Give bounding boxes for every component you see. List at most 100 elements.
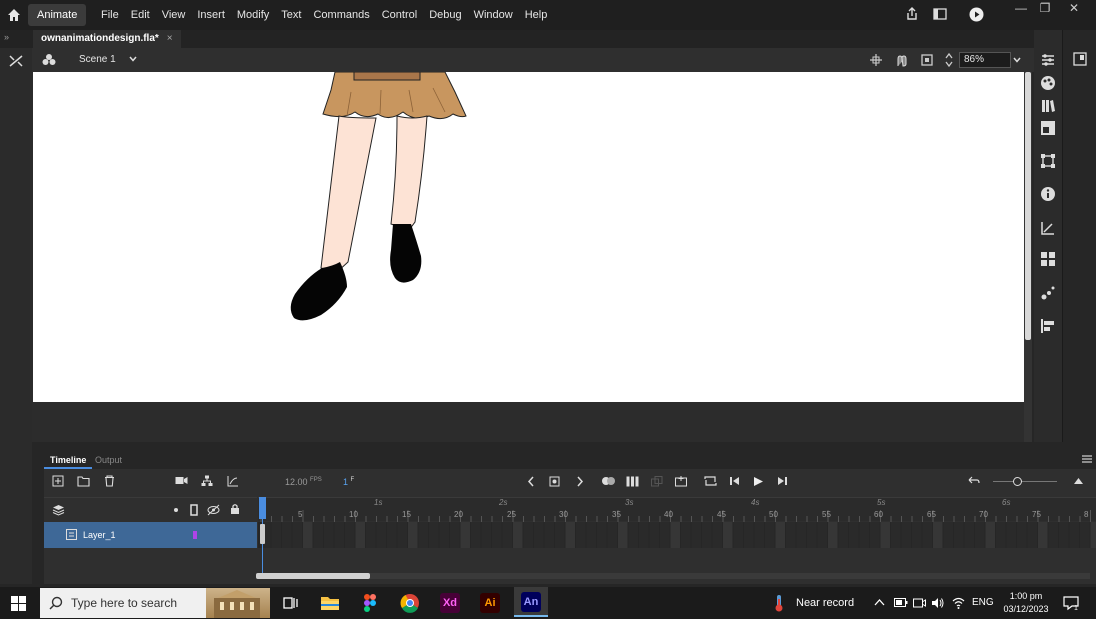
playhead-handle[interactable] xyxy=(259,497,266,519)
scene-dropdown-chevron-icon[interactable] xyxy=(128,54,138,64)
frame-cell[interactable] xyxy=(1038,522,1048,548)
frame-cell[interactable] xyxy=(282,522,292,548)
motion-editor-icon[interactable] xyxy=(1040,220,1056,236)
zoom-level-field[interactable]: 86% xyxy=(959,52,1011,68)
frame-cell[interactable] xyxy=(828,522,838,548)
tab-output[interactable]: Output xyxy=(89,451,128,469)
frame-cell[interactable] xyxy=(691,522,702,548)
menu-edit[interactable]: Edit xyxy=(125,0,156,30)
timeline-scroll-thumb[interactable] xyxy=(256,573,370,579)
frame-cell[interactable] xyxy=(429,522,439,548)
frame-cell[interactable] xyxy=(618,522,628,548)
frame-cell[interactable] xyxy=(912,522,922,548)
camera-icon[interactable] xyxy=(175,475,188,486)
language-indicator[interactable]: ENG xyxy=(972,587,994,619)
wifi-icon[interactable] xyxy=(952,597,965,609)
edit-scene-icon[interactable] xyxy=(42,53,56,67)
frame-cell[interactable] xyxy=(943,522,954,548)
frame-cell[interactable] xyxy=(754,522,765,548)
frame-scale-slider[interactable] xyxy=(993,477,1057,486)
frame-cell[interactable] xyxy=(1006,522,1017,548)
collapse-timeline-icon[interactable] xyxy=(1073,477,1084,485)
frame-cell[interactable] xyxy=(418,522,429,548)
stage-canvas[interactable] xyxy=(33,72,1024,402)
file-explorer-icon[interactable] xyxy=(316,589,344,617)
weather-thermometer-icon[interactable] xyxy=(773,594,785,612)
step-back-icon[interactable] xyxy=(729,476,741,486)
frame-cell[interactable] xyxy=(324,522,334,548)
frame-cell[interactable] xyxy=(901,522,912,548)
frame-cell[interactable] xyxy=(681,522,691,548)
chrome-icon[interactable] xyxy=(396,589,424,617)
layer-parenting-icon[interactable] xyxy=(201,475,213,487)
frame-cell[interactable] xyxy=(744,522,754,548)
weather-text[interactable]: Near record xyxy=(796,587,854,619)
layer-color-swatch[interactable] xyxy=(193,531,197,539)
volume-icon[interactable] xyxy=(931,597,944,609)
center-frame-icon[interactable] xyxy=(968,476,980,486)
frame-cell[interactable] xyxy=(313,522,324,548)
prev-keyframe-chevron-icon[interactable] xyxy=(527,476,535,487)
adobe-illustrator-icon[interactable]: Ai xyxy=(476,589,504,617)
frame-cell[interactable] xyxy=(985,522,996,548)
menu-commands[interactable]: Commands xyxy=(307,0,375,30)
properties-icon[interactable] xyxy=(1040,52,1056,68)
frame-cell[interactable] xyxy=(628,522,639,548)
frame-cell[interactable] xyxy=(597,522,607,548)
frame-cell[interactable] xyxy=(513,522,523,548)
menu-view[interactable]: View xyxy=(156,0,192,30)
app-workspace-tab[interactable]: Animate xyxy=(28,4,87,26)
frame-cell[interactable] xyxy=(1080,522,1090,548)
close-document-icon[interactable]: × xyxy=(167,33,173,44)
menu-text[interactable]: Text xyxy=(275,0,307,30)
frame-ruler[interactable]: 1s 2s 3s 4s 5s 6s 5 10 15 20 25 30 35 40… xyxy=(258,497,1096,522)
align-icon[interactable] xyxy=(1040,318,1056,334)
frame-cell[interactable] xyxy=(1048,522,1059,548)
frame-cell[interactable] xyxy=(891,522,901,548)
frame-cell[interactable] xyxy=(366,522,376,548)
frame-cell[interactable] xyxy=(271,522,282,548)
loop-playback-icon[interactable] xyxy=(704,475,717,487)
zoom-dropdown-chevron-icon[interactable] xyxy=(1012,55,1022,65)
frame-cell[interactable] xyxy=(481,522,492,548)
graph-editor-icon[interactable] xyxy=(227,475,239,487)
frame-cell[interactable] xyxy=(639,522,649,548)
menu-help[interactable]: Help xyxy=(519,0,554,30)
transform-icon[interactable] xyxy=(1040,153,1056,169)
close-window-button[interactable]: ✕ xyxy=(1061,0,1087,16)
lock-layers-icon[interactable] xyxy=(230,503,240,515)
frame-cell[interactable] xyxy=(576,522,586,548)
frame-cell[interactable] xyxy=(492,522,502,548)
frame-cell[interactable] xyxy=(355,522,366,548)
new-layer-icon[interactable] xyxy=(52,475,64,487)
hide-layers-eye-icon[interactable] xyxy=(207,504,220,516)
frame-cell[interactable] xyxy=(975,522,985,548)
share-icon[interactable] xyxy=(905,7,919,21)
windows-start-icon[interactable] xyxy=(11,596,26,611)
frame-cell[interactable] xyxy=(649,522,660,548)
document-tab[interactable]: ownanimationdesign.fla* × xyxy=(33,30,181,48)
battery-icon[interactable] xyxy=(894,597,908,608)
frame-cell[interactable] xyxy=(765,522,775,548)
frame-scale-slider-thumb[interactable] xyxy=(1013,477,1022,486)
outline-layers-icon[interactable] xyxy=(190,504,198,516)
library-icon[interactable] xyxy=(1040,98,1056,114)
frame-cell[interactable] xyxy=(660,522,670,548)
menu-modify[interactable]: Modify xyxy=(231,0,275,30)
frame-cell[interactable] xyxy=(387,522,397,548)
frame-cell[interactable] xyxy=(334,522,345,548)
menu-file[interactable]: File xyxy=(95,0,125,30)
highlight-layers-icon[interactable] xyxy=(174,508,178,512)
frame-cell[interactable] xyxy=(880,522,891,548)
info-icon[interactable] xyxy=(1040,186,1056,202)
frame-cell[interactable] xyxy=(565,522,576,548)
frame-cell[interactable] xyxy=(397,522,408,548)
frame-cell[interactable] xyxy=(964,522,975,548)
playhead[interactable] xyxy=(259,497,266,575)
frame-cell[interactable] xyxy=(502,522,513,548)
color-icon[interactable] xyxy=(1040,75,1056,91)
timeline-menu-icon[interactable] xyxy=(1082,455,1092,463)
frame-cell[interactable] xyxy=(523,522,534,548)
frame-cell[interactable] xyxy=(723,522,733,548)
frame-cell[interactable] xyxy=(450,522,460,548)
